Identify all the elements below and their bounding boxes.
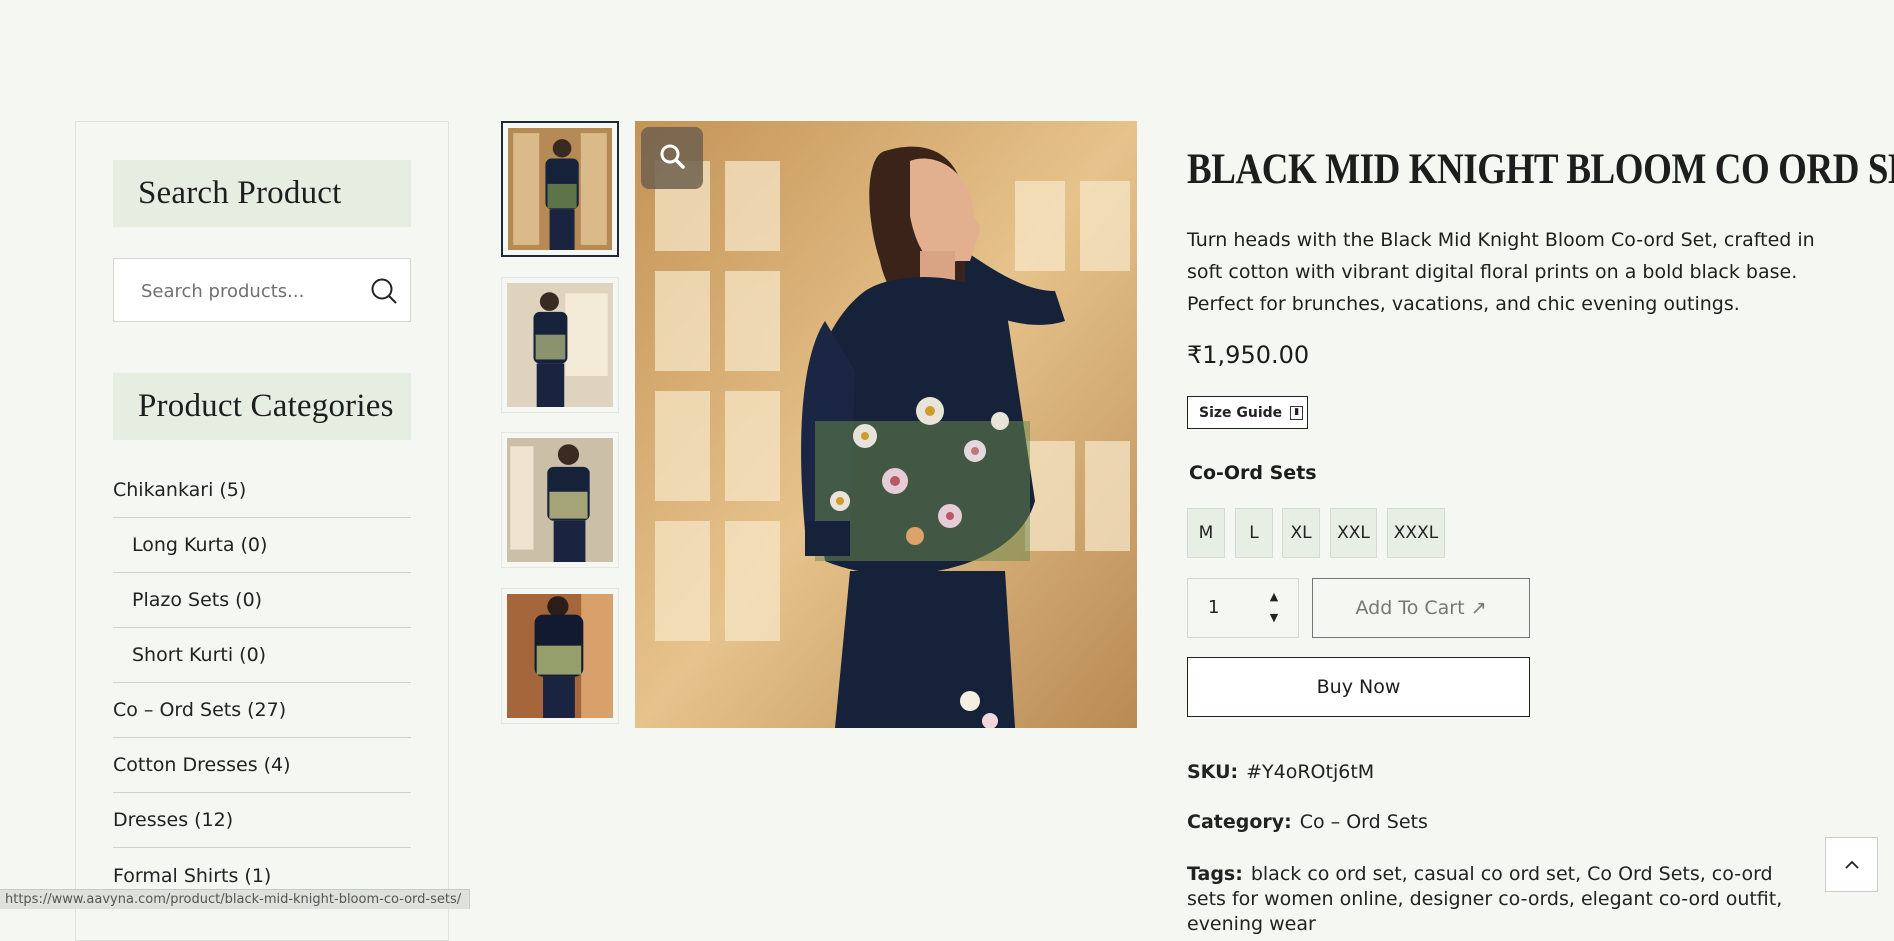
search-icon	[658, 142, 686, 174]
size-option-xxxl[interactable]: XXXL	[1387, 508, 1445, 558]
thumbnail-image	[508, 128, 612, 250]
category-item-co-ord-sets[interactable]: Co – Ord Sets (27)	[113, 683, 411, 738]
size-guide-label: Size Guide	[1199, 404, 1283, 421]
categories-widget-title: Product Categories	[113, 373, 411, 440]
sku-value: #Y4oROtj6tM	[1246, 761, 1375, 783]
back-to-top-button[interactable]	[1825, 837, 1878, 892]
zoom-button[interactable]	[641, 127, 703, 189]
sidebar: Search Product Product Categories Chikan…	[75, 121, 449, 941]
category-list: Chikankari (5) Long Kurta (0) Plazo Sets…	[113, 463, 411, 903]
ruler-icon: ▮	[1290, 405, 1304, 420]
add-to-cart-button[interactable]: Add To Cart ↗	[1312, 578, 1530, 638]
search-icon[interactable]	[370, 277, 398, 305]
category-label: Category:	[1187, 811, 1292, 833]
category-item-dresses[interactable]: Dresses (12)	[113, 793, 411, 848]
size-option-l[interactable]: L	[1235, 508, 1273, 558]
category-item-plazo-sets[interactable]: Plazo Sets (0)	[113, 573, 411, 628]
tags-label: Tags:	[1187, 863, 1243, 885]
quantity-stepper: ▲ ▼	[1187, 578, 1299, 638]
search-widget-title: Search Product	[113, 160, 411, 227]
product-thumbnail-1[interactable]	[501, 121, 619, 257]
thumbnail-image	[507, 594, 613, 718]
tags-row: Tags: black co ord set, casual co ord set…	[1187, 862, 1807, 937]
buy-now-button[interactable]: Buy Now	[1187, 657, 1530, 717]
category-row: Category: Co – Ord Sets	[1187, 811, 1428, 833]
sku-label: SKU:	[1187, 761, 1239, 783]
product-thumbnail-2[interactable]	[501, 277, 619, 413]
variation-label: Co-Ord Sets	[1189, 462, 1317, 484]
product-description: Turn heads with the Black Mid Knight Blo…	[1187, 229, 1815, 315]
size-option-xxl[interactable]: XXL	[1330, 508, 1377, 558]
search-input[interactable]	[139, 277, 353, 305]
size-option-m[interactable]: M	[1187, 508, 1225, 558]
category-link[interactable]: Co – Ord Sets	[1300, 811, 1428, 833]
category-item-chikankari[interactable]: Chikankari (5)	[113, 463, 411, 518]
size-guide-button[interactable]: Size Guide ▮	[1187, 396, 1308, 429]
search-form	[113, 258, 411, 322]
category-item-cotton-dresses[interactable]: Cotton Dresses (4)	[113, 738, 411, 793]
increase-quantity-icon[interactable]: ▲	[1264, 590, 1284, 604]
category-item-short-kurti[interactable]: Short Kurti (0)	[113, 628, 411, 683]
product-main-image[interactable]	[635, 121, 1137, 728]
chevron-up-icon	[1844, 855, 1860, 874]
tags-links[interactable]: black co ord set, casual co ord set, Co …	[1187, 863, 1782, 935]
product-thumbnail-3[interactable]	[501, 432, 619, 568]
status-bar-url: https://www.aavyna.com/product/black-mid…	[0, 889, 471, 909]
category-item-long-kurta[interactable]: Long Kurta (0)	[113, 518, 411, 573]
thumbnail-image	[507, 283, 613, 407]
thumbnail-image	[507, 438, 613, 562]
product-title: BLACK MID KNIGHT BLOOM CO ORD SETS	[1187, 146, 1894, 193]
product-thumbnail-4[interactable]	[501, 588, 619, 724]
size-option-xl[interactable]: XL	[1282, 508, 1320, 558]
product-price: ₹1,950.00	[1187, 341, 1310, 369]
sku-row: SKU: #Y4oROtj6tM	[1187, 761, 1374, 783]
decrease-quantity-icon[interactable]: ▼	[1264, 611, 1284, 625]
quantity-input[interactable]	[1206, 596, 1260, 619]
